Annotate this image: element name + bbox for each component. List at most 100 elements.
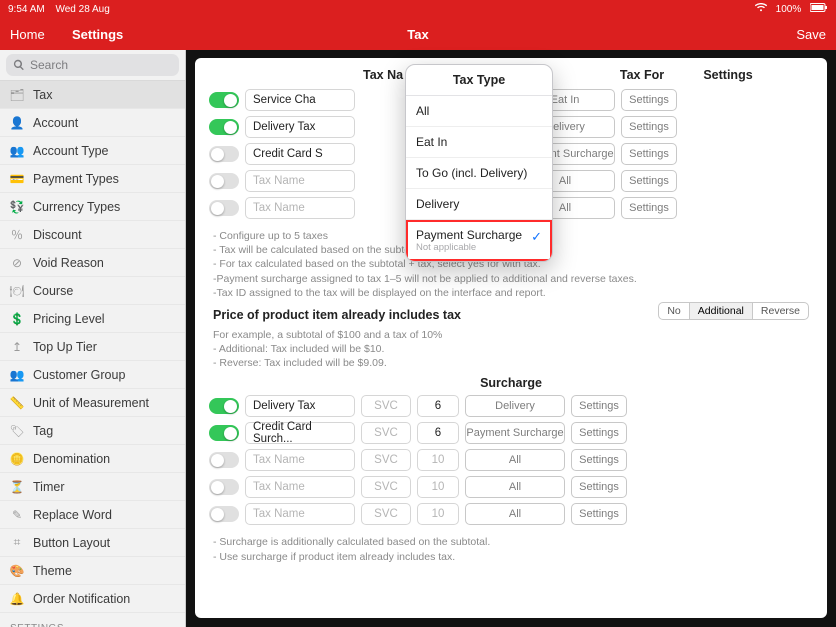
sidebar-item-label: Top Up Tier [33,340,97,354]
sidebar-item-denomination[interactable]: 🪙Denomination [0,445,185,473]
sidebar-item-payment-types[interactable]: 💳Payment Types [0,165,185,193]
sidebar-item-icon: 🗂 [10,88,24,102]
sidebar-item-replace-word[interactable]: ✎Replace Word [0,501,185,529]
sidebar-item-tag[interactable]: 🏷Tag [0,417,185,445]
surcharge-value-input[interactable]: 6 [417,422,459,444]
tax-type-option[interactable]: Payment SurchargeNot applicable✓ [406,220,552,261]
tax-panel: Tax Na Tax For Settings Service ChaEat I… [195,58,827,618]
sidebar: Search 🗂Tax👤Account👥Account Type💳Payment… [0,50,186,627]
sidebar-item-customer-group[interactable]: 👥 Customer Group [0,361,185,389]
settings-crumb: Settings [72,27,123,42]
tax-toggle[interactable] [209,173,239,189]
home-button[interactable]: Home [10,27,45,42]
sidebar-item-pricing-level[interactable]: 💲Pricing Level [0,305,185,333]
sidebar-item-account[interactable]: 👤Account [0,109,185,137]
tax-toggle[interactable] [209,119,239,135]
surcharge-for-button[interactable]: Payment Surcharge [465,422,565,444]
seg-no[interactable]: No [659,303,688,319]
tax-settings-button[interactable]: Settings [621,170,677,192]
surcharge-settings-button[interactable]: Settings [571,503,627,525]
seg-additional[interactable]: Additional [689,303,752,319]
tax-type-option[interactable]: Eat In [406,127,552,158]
sidebar-item-icon: 👥 [10,368,24,382]
sidebar-menu: 🗂Tax👤Account👥Account Type💳Payment Types💱… [0,81,185,627]
sidebar-item-icon: ✎ [10,508,24,522]
sidebar-item-account-type[interactable]: 👥Account Type [0,137,185,165]
search-placeholder: Search [30,58,68,72]
surcharge-toggle[interactable] [209,479,239,495]
tax-toggle[interactable] [209,92,239,108]
surcharge-toggle[interactable] [209,506,239,522]
surcharge-value-input[interactable]: 10 [417,476,459,498]
surcharge-row: Tax Name SVC 10 All Settings [209,502,813,526]
sidebar-item-discount[interactable]: ％Discount [0,221,185,249]
sidebar-item-unit-of-measurement[interactable]: 📏Unit of Measurement [0,389,185,417]
tax-settings-button[interactable]: Settings [621,116,677,138]
sidebar-item-label: Timer [33,480,64,494]
surcharge-svc-input[interactable]: SVC [361,422,411,444]
surcharge-name-input[interactable]: Tax Name [245,476,355,498]
surcharge-svc-input[interactable]: SVC [361,449,411,471]
tax-settings-button[interactable]: Settings [621,143,677,165]
surcharge-for-button[interactable]: All [465,476,565,498]
surcharge-toggle[interactable] [209,398,239,414]
tax-settings-button[interactable]: Settings [621,197,677,219]
surcharge-toggle[interactable] [209,452,239,468]
sidebar-item-tax[interactable]: 🗂Tax [0,81,185,109]
sidebar-item-currency-types[interactable]: 💱Currency Types [0,193,185,221]
sidebar-item-label: Customer Group [33,368,125,382]
includes-segmented[interactable]: No Additional Reverse [658,302,809,320]
surcharge-settings-button[interactable]: Settings [571,449,627,471]
seg-reverse[interactable]: Reverse [752,303,808,319]
sidebar-item-icon: ％ [10,226,24,243]
surcharge-svc-input[interactable]: SVC [361,476,411,498]
tax-type-option[interactable]: All [406,96,552,127]
surcharge-value-input[interactable]: 10 [417,449,459,471]
sidebar-item-icon: ↥ [10,340,24,354]
surcharge-value-input[interactable]: 10 [417,503,459,525]
sidebar-item-label: Unit of Measurement [33,396,149,410]
option-label: Delivery [416,197,459,211]
surcharge-name-input[interactable]: Delivery Tax [245,395,355,417]
sidebar-item-order-notification[interactable]: 🔔Order Notification [0,585,185,613]
sidebar-item-label: Order Notification [33,592,130,606]
sidebar-item-void-reason[interactable]: ⊘Void Reason [0,249,185,277]
sidebar-item-button-layout[interactable]: ⌗Button Layout [0,529,185,557]
sidebar-item-course[interactable]: 🍽Course [0,277,185,305]
surcharge-name-input[interactable]: Credit Card Surch... [245,422,355,444]
surcharge-toggle[interactable] [209,425,239,441]
tax-name-input[interactable]: Service Cha [245,89,355,111]
save-button[interactable]: Save [796,27,826,42]
surcharge-svc-input[interactable]: SVC [361,503,411,525]
sidebar-item-icon: 💲 [10,312,24,326]
surcharge-for-button[interactable]: All [465,449,565,471]
option-sub: Not applicable [416,242,542,253]
tax-settings-button[interactable]: Settings [621,89,677,111]
search-icon [13,59,25,71]
battery-icon [810,4,828,15]
surcharge-name-input[interactable]: Tax Name [245,503,355,525]
sidebar-item-timer[interactable]: ⏳Timer [0,473,185,501]
surcharge-for-button[interactable]: Delivery [465,395,565,417]
surcharge-settings-button[interactable]: Settings [571,476,627,498]
surcharge-svc-input[interactable]: SVC [361,395,411,417]
tax-toggle[interactable] [209,200,239,216]
includes-notes: For example, a subtotal of $100 and a ta… [195,326,827,373]
sidebar-item-theme[interactable]: 🎨Theme [0,557,185,585]
surcharge-settings-button[interactable]: Settings [571,422,627,444]
tax-name-input[interactable]: Tax Name [245,197,355,219]
surcharge-rows: Delivery Tax SVC 6 Delivery Settings Credit C… [195,394,827,526]
tax-type-option[interactable]: To Go (incl. Delivery) [406,158,552,189]
sidebar-item-top-up-tier[interactable]: ↥ Top Up Tier [0,333,185,361]
search-input[interactable]: Search [6,54,179,76]
tax-name-input[interactable]: Delivery Tax [245,116,355,138]
surcharge-title: Surcharge [195,372,827,394]
tax-name-input[interactable]: Tax Name [245,170,355,192]
tax-type-option[interactable]: Delivery [406,189,552,220]
surcharge-for-button[interactable]: All [465,503,565,525]
surcharge-settings-button[interactable]: Settings [571,395,627,417]
tax-name-input[interactable]: Credit Card S [245,143,355,165]
tax-toggle[interactable] [209,146,239,162]
surcharge-name-input[interactable]: Tax Name [245,449,355,471]
surcharge-value-input[interactable]: 6 [417,395,459,417]
